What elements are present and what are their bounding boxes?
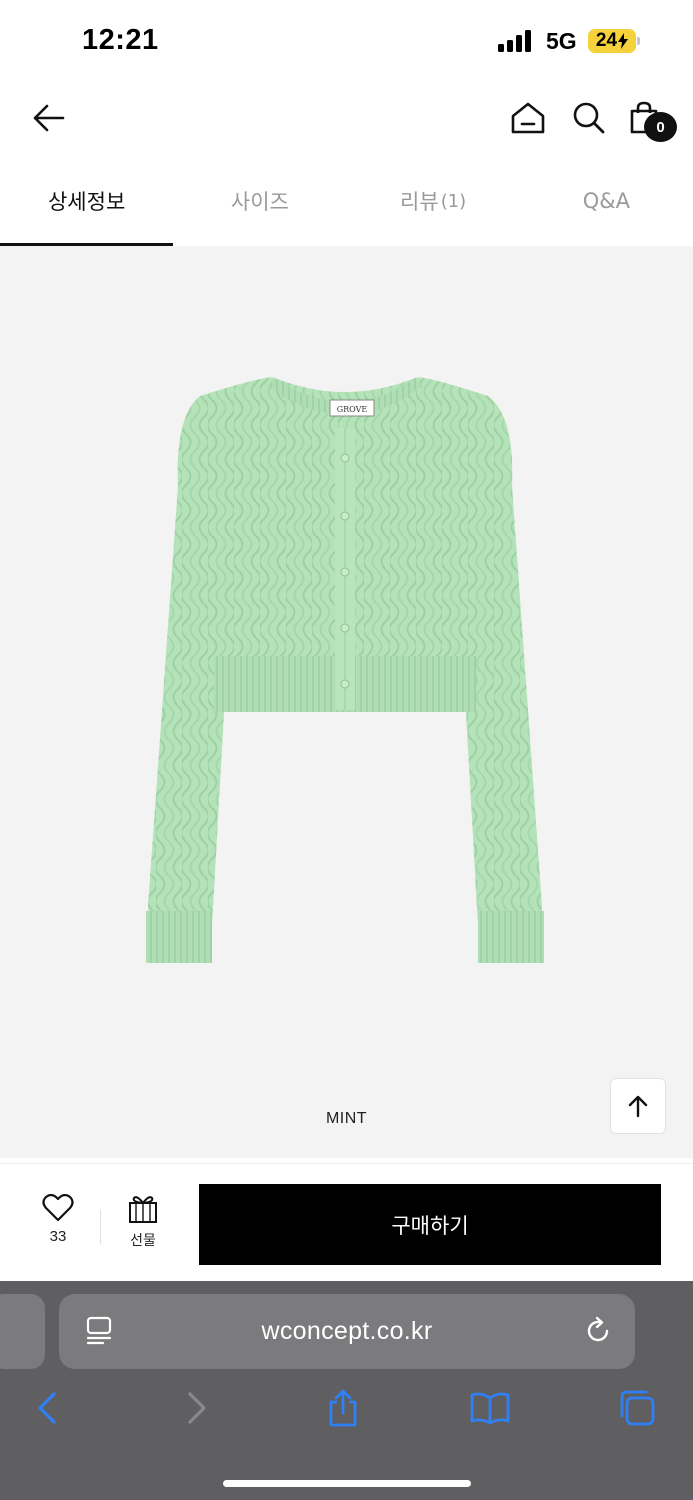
- gift-icon: [129, 1196, 157, 1223]
- product-color-label: MINT: [325, 1110, 368, 1127]
- product-image-area: GROVE: [0, 246, 693, 1158]
- product-image: GROVE: [146, 377, 544, 963]
- battery-level: 24: [595, 30, 618, 51]
- reload-icon[interactable]: [583, 1316, 613, 1350]
- browser-forward-icon[interactable]: [174, 1385, 220, 1431]
- tab-details[interactable]: 상세정보: [0, 156, 174, 246]
- like-count: 33: [49, 1228, 67, 1245]
- address-bar[interactable]: wconcept.co.kr: [59, 1294, 635, 1369]
- scroll-to-top-button[interactable]: [610, 1078, 666, 1134]
- browser-back-icon[interactable]: [24, 1385, 70, 1431]
- status-bar: 12:21 5G 24: [0, 0, 693, 80]
- tab-qna[interactable]: Q&A: [520, 156, 693, 246]
- status-time: 12:21: [82, 24, 159, 56]
- gift-button[interactable]: 선물: [113, 1194, 173, 1258]
- tab-label: 리뷰: [400, 190, 439, 214]
- tab-label: 사이즈: [230, 190, 289, 214]
- network-type: 5G: [546, 28, 577, 54]
- product-tabs: 상세정보 사이즈 리뷰 (1) Q&A: [0, 156, 693, 246]
- browser-toolbar: wconcept.co.kr: [0, 1281, 693, 1500]
- brand-tag: GROVE: [337, 405, 368, 414]
- home-indicator: [223, 1480, 471, 1487]
- tab-size[interactable]: 사이즈: [173, 156, 346, 246]
- home-icon[interactable]: [508, 98, 548, 138]
- tab-reviews[interactable]: 리뷰 (1): [347, 156, 520, 246]
- tab-count: (1): [440, 190, 467, 212]
- url-text: wconcept.co.kr: [261, 1317, 433, 1345]
- arrow-up-icon: [628, 1095, 648, 1118]
- battery-nub: [637, 37, 640, 45]
- share-icon[interactable]: [320, 1385, 366, 1431]
- battery-icon: 24: [588, 29, 636, 53]
- gift-label: 선물: [130, 1233, 156, 1249]
- purchase-action-bar: 33 선물 구매하기: [0, 1163, 693, 1281]
- divider: [100, 1210, 101, 1244]
- back-arrow-icon[interactable]: [28, 98, 68, 138]
- previous-tab-preview[interactable]: [0, 1294, 45, 1369]
- heart-icon: [42, 1194, 74, 1222]
- tab-label: 상세정보: [47, 190, 126, 214]
- cellular-signal-icon: [498, 30, 536, 52]
- tab-label: Q&A: [582, 189, 631, 213]
- search-icon[interactable]: [569, 98, 609, 138]
- app-header: [0, 80, 693, 154]
- cart-count-badge: 0: [644, 112, 677, 142]
- tabs-icon[interactable]: [614, 1385, 660, 1431]
- buy-button[interactable]: 구매하기: [199, 1184, 661, 1265]
- like-button[interactable]: 33: [28, 1194, 88, 1258]
- bookmarks-icon[interactable]: [467, 1385, 513, 1431]
